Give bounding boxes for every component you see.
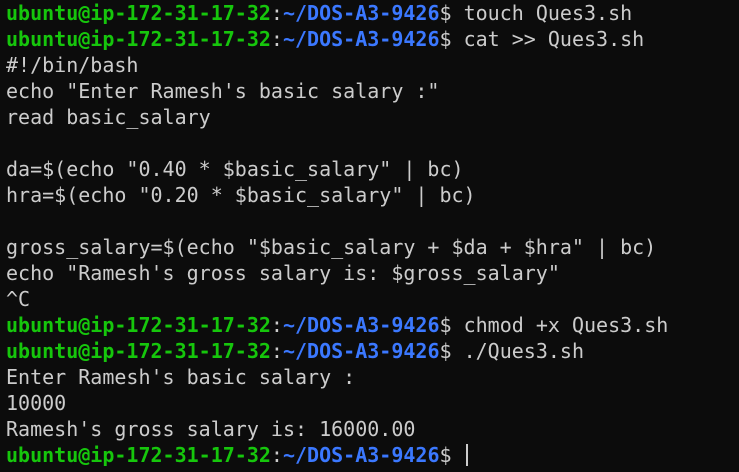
output-text: gross_salary=$(echo "$basic_salary + $da… (6, 235, 657, 259)
output-line: #!/bin/bash (6, 52, 739, 78)
prompt-symbol: $ (439, 443, 452, 467)
prompt-user-host: ubuntu@ip-172-31-17-32 (6, 339, 271, 363)
prompt-user-host: ubuntu@ip-172-31-17-32 (6, 443, 271, 467)
command-text (452, 443, 464, 467)
prompt-symbol: $ (439, 339, 452, 363)
prompt-symbol: $ (439, 1, 452, 25)
prompt-line: ubuntu@ip-172-31-17-32:~/DOS-A3-9426$ ch… (6, 312, 739, 338)
prompt-separator: : (270, 443, 283, 467)
output-text: da=$(echo "0.40 * $basic_salary" | bc) (6, 157, 464, 181)
prompt-line: ubuntu@ip-172-31-17-32:~/DOS-A3-9426$ ./… (6, 338, 739, 364)
output-line: Enter Ramesh's basic salary : (6, 364, 739, 390)
prompt-user-host: ubuntu@ip-172-31-17-32 (6, 27, 271, 51)
prompt-line: ubuntu@ip-172-31-17-32:~/DOS-A3-9426$ ca… (6, 26, 739, 52)
output-text: Ramesh's gross salary is: 16000.00 (6, 417, 416, 441)
output-text: ^C (6, 287, 31, 311)
prompt-line: ubuntu@ip-172-31-17-32:~/DOS-A3-9426$ to… (6, 0, 739, 26)
command-text: chmod +x Ques3.sh (451, 313, 669, 337)
output-line: read basic_salary (6, 104, 739, 130)
prompt-separator: : (270, 313, 283, 337)
text-cursor[interactable] (465, 444, 468, 466)
prompt-separator: : (270, 339, 283, 363)
output-text: Enter Ramesh's basic salary : (6, 365, 356, 389)
prompt-user-host: ubuntu@ip-172-31-17-32 (6, 1, 271, 25)
prompt-symbol: $ (439, 27, 452, 51)
prompt-path: ~/DOS-A3-9426 (282, 443, 440, 467)
prompt-path: ~/DOS-A3-9426 (282, 313, 440, 337)
output-line: hra=$(echo "0.20 * $basic_salary" | bc) (6, 182, 739, 208)
output-line: echo "Ramesh's gross salary is: $gross_s… (6, 260, 739, 286)
command-text: cat >> Ques3.sh (451, 27, 645, 51)
active-prompt-line: ubuntu@ip-172-31-17-32:~/DOS-A3-9426$ (6, 442, 739, 468)
prompt-path: ~/DOS-A3-9426 (282, 339, 440, 363)
output-text: read basic_salary (6, 105, 211, 129)
output-line: Ramesh's gross salary is: 16000.00 (6, 416, 739, 442)
prompt-separator: : (270, 1, 283, 25)
output-text: #!/bin/bash (6, 53, 139, 77)
prompt-path: ~/DOS-A3-9426 (282, 1, 440, 25)
output-text: hra=$(echo "0.20 * $basic_salary" | bc) (6, 183, 476, 207)
output-text: echo "Enter Ramesh's basic salary :" (6, 79, 440, 103)
command-text: touch Ques3.sh (451, 1, 633, 25)
output-text: echo "Ramesh's gross salary is: $gross_s… (6, 261, 560, 285)
output-line: 10000 (6, 390, 739, 416)
prompt-user-host: ubuntu@ip-172-31-17-32 (6, 313, 271, 337)
prompt-symbol: $ (439, 313, 452, 337)
prompt-path: ~/DOS-A3-9426 (282, 27, 440, 51)
output-line: echo "Enter Ramesh's basic salary :" (6, 78, 739, 104)
output-text: 10000 (6, 391, 67, 415)
output-line: da=$(echo "0.40 * $basic_salary" | bc) (6, 156, 739, 182)
output-line: gross_salary=$(echo "$basic_salary + $da… (6, 234, 739, 260)
prompt-separator: : (270, 27, 283, 51)
terminal-window[interactable]: ubuntu@ip-172-31-17-32:~/DOS-A3-9426$ to… (0, 0, 739, 472)
output-line: ^C (6, 286, 739, 312)
command-text: ./Ques3.sh (451, 339, 584, 363)
